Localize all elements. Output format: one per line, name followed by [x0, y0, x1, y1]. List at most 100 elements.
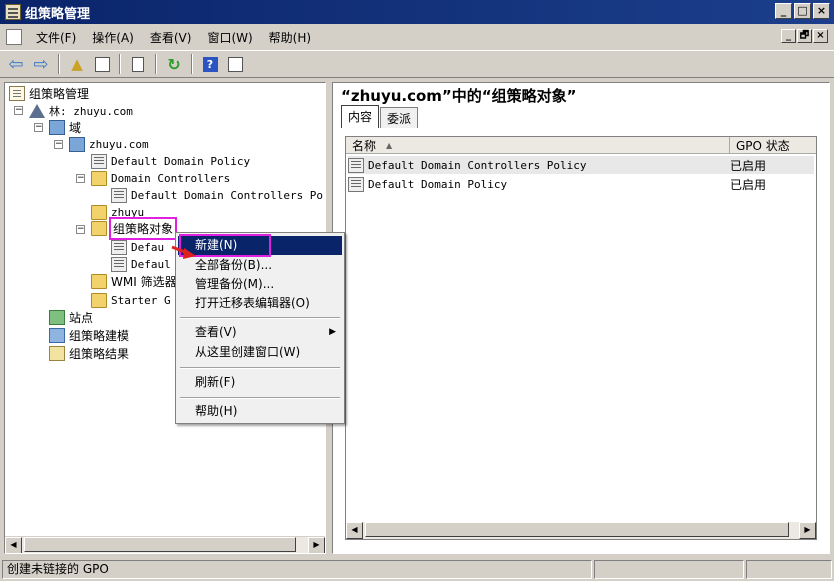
details-heading: “zhuyu.com”中的“组策略对象”: [341, 87, 577, 105]
menu-help[interactable]: 帮助(H): [261, 29, 319, 46]
window-title: 组策略管理: [25, 6, 91, 22]
close-button[interactable]: ×: [813, 3, 830, 19]
column-status-label: GPO 状态: [736, 139, 790, 153]
collapse-icon[interactable]: −: [54, 140, 63, 149]
tree-item-results[interactable]: 组策略结果: [49, 345, 129, 362]
scroll-left-icon[interactable]: ◀: [5, 537, 22, 553]
collapse-icon[interactable]: −: [76, 225, 85, 234]
menu-separator: [180, 397, 340, 399]
gpmc-app-icon[interactable]: [5, 4, 21, 20]
gpo-link-icon: [111, 188, 127, 203]
submenu-arrow-icon: ▶: [329, 327, 336, 337]
doc-minimize-button[interactable]: _: [781, 29, 796, 43]
tree-item-domain-zhuyu[interactable]: zhuyu.com: [69, 136, 149, 153]
document-window-icon[interactable]: [6, 29, 22, 45]
minimize-button[interactable]: _: [775, 3, 792, 19]
menu-item-manage-backups[interactable]: 管理备份(M)...: [178, 275, 342, 294]
tree-item-gpo-default-2[interactable]: Defaul: [111, 256, 171, 273]
up-folder-icon[interactable]: ▲: [66, 53, 88, 75]
tree-item-gpo-default-1[interactable]: Defau: [111, 239, 164, 256]
forward-arrow-icon[interactable]: ⇨: [30, 53, 52, 75]
toolbar-separator: [58, 54, 60, 74]
tree-item-domains[interactable]: 域: [49, 119, 81, 136]
collapse-icon[interactable]: −: [14, 106, 23, 115]
doc-restore-button[interactable]: 🗗: [797, 29, 812, 43]
column-name-label: 名称: [352, 139, 377, 153]
ou-folder-icon: [91, 171, 107, 186]
gpo-folder-icon: [91, 221, 107, 236]
details-tabs: 内容 委派: [341, 105, 419, 128]
tree-item-default-domain-policy[interactable]: Default Domain Policy: [91, 153, 250, 170]
scroll-track[interactable]: [22, 537, 308, 553]
list-item[interactable]: Default Domain Controllers Policy 已启用: [348, 156, 814, 174]
tree-label: 组策略建模: [69, 329, 130, 343]
status-text: 创建未链接的 GPO: [2, 560, 592, 579]
tree-label: 域: [69, 121, 82, 135]
scroll-thumb[interactable]: [365, 522, 789, 537]
scroll-right-icon[interactable]: ▶: [308, 537, 325, 553]
tree-horizontal-scrollbar[interactable]: ◀ ▶: [5, 536, 325, 553]
gpmc-root-icon: [9, 86, 25, 101]
tree-label-selected: 组策略对象: [108, 217, 178, 240]
tree-item-gpo-container[interactable]: 组策略对象: [91, 217, 178, 240]
refresh-icon[interactable]: ↻: [163, 53, 185, 75]
menu-action[interactable]: 操作(A): [84, 29, 142, 46]
tree-item-default-dc-policy[interactable]: Default Domain Controllers Po: [111, 187, 323, 204]
scroll-track[interactable]: [363, 522, 799, 539]
properties-icon[interactable]: [127, 53, 149, 75]
tree-item-starter-gpos[interactable]: Starter G: [91, 292, 171, 309]
gpo-status: 已启用: [730, 177, 767, 192]
scroll-left-icon[interactable]: ◀: [346, 522, 363, 539]
menu-bar: 文件(F) 操作(A) 查看(V) 窗口(W) 帮助(H) _ 🗗 ×: [0, 26, 834, 48]
back-arrow-icon[interactable]: ⇦: [5, 53, 27, 75]
show-hide-action-pane-icon[interactable]: [224, 53, 246, 75]
scroll-right-icon[interactable]: ▶: [799, 522, 816, 539]
gpo-name: Default Domain Controllers Policy: [368, 158, 587, 172]
tree-item-forest[interactable]: 林: zhuyu.com: [29, 102, 133, 119]
gpo-icon: [111, 257, 127, 272]
gpo-icon: [348, 176, 364, 192]
tree-item-domain-controllers[interactable]: Domain Controllers: [91, 170, 230, 187]
gpo-status: 已启用: [730, 158, 767, 173]
menu-item-help[interactable]: 帮助(H): [178, 402, 342, 421]
menu-view[interactable]: 查看(V): [142, 29, 200, 46]
tree-item-wmi-filters[interactable]: WMI 筛选器: [91, 273, 177, 290]
tree-item-gpmc-root[interactable]: 组策略管理: [9, 85, 89, 102]
wmi-folder-icon: [91, 274, 107, 289]
list-item[interactable]: Default Domain Policy 已启用: [348, 175, 814, 193]
tab-delegation[interactable]: 委派: [380, 107, 419, 128]
menu-item-refresh[interactable]: 刷新(F): [178, 373, 342, 392]
scroll-thumb[interactable]: [24, 537, 296, 552]
column-name[interactable]: 名称 ▲: [346, 137, 730, 154]
menu-file[interactable]: 文件(F): [28, 29, 84, 46]
menu-item-new-window[interactable]: 从这里创建窗口(W): [178, 343, 342, 362]
modeling-icon: [49, 328, 65, 343]
menu-item-backup-all[interactable]: 全部备份(B)...: [178, 256, 342, 275]
toolbar-separator: [155, 54, 157, 74]
menu-item-new[interactable]: 新建(N): [178, 236, 342, 255]
help-icon[interactable]: ?: [199, 53, 221, 75]
maximize-button[interactable]: □: [794, 3, 811, 19]
gpo-list[interactable]: 名称 ▲ GPO 状态 Default Domain Controllers P…: [345, 136, 817, 540]
collapse-icon[interactable]: −: [76, 174, 85, 183]
toolbar-separator: [119, 54, 121, 74]
domain-icon: [69, 137, 85, 152]
tree-label: Default Domain Policy: [111, 155, 251, 168]
tree-item-modeling[interactable]: 组策略建模: [49, 327, 129, 344]
domains-icon: [49, 120, 65, 135]
gpo-name: Default Domain Policy: [368, 177, 508, 191]
column-status[interactable]: GPO 状态: [730, 137, 816, 154]
annotation-arrow-icon: [171, 245, 196, 259]
tab-contents[interactable]: 内容: [341, 105, 380, 128]
window-controls: _ □ ×: [775, 3, 830, 19]
tree-label: 站点: [69, 311, 94, 325]
tree-item-sites[interactable]: 站点: [49, 309, 93, 326]
menu-window[interactable]: 窗口(W): [199, 29, 260, 46]
tree-label: 组策略管理: [29, 87, 90, 101]
show-hide-tree-icon[interactable]: [91, 53, 113, 75]
menu-item-view[interactable]: 查看(V) ▶: [178, 323, 342, 342]
list-horizontal-scrollbar[interactable]: ◀ ▶: [346, 522, 816, 539]
doc-close-button[interactable]: ×: [813, 29, 828, 43]
collapse-icon[interactable]: −: [34, 123, 43, 132]
menu-item-migration-table-editor[interactable]: 打开迁移表编辑器(O): [178, 294, 342, 313]
